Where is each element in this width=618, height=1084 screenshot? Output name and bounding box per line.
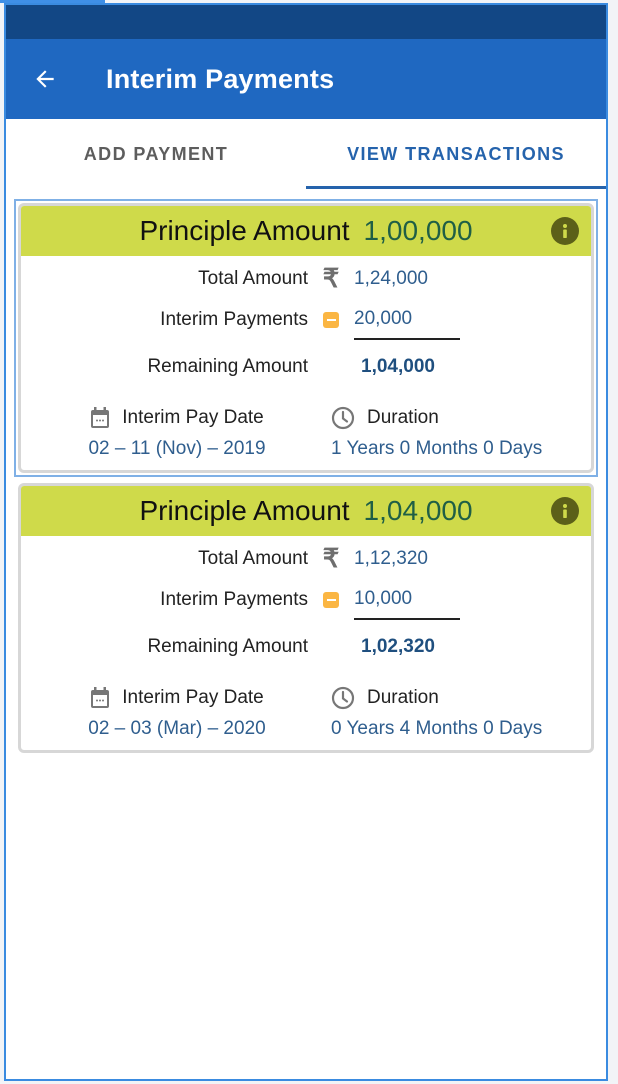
minus-icon[interactable]: [323, 311, 339, 328]
total-amount-row: Total Amount ₹ 1,24,000: [21, 258, 591, 299]
interim-payment-field[interactable]: 20,000: [354, 308, 460, 340]
duration-label: Duration: [367, 407, 439, 428]
calendar-icon: [91, 407, 110, 428]
remaining-amount-value: 1,02,320: [361, 636, 435, 657]
interim-payment-field[interactable]: 10,000: [354, 588, 460, 620]
remaining-amount-row: Remaining Amount 1,04,000: [21, 340, 591, 394]
pay-date-value: 02 – 11 (Nov) – 2019: [88, 438, 266, 459]
interim-payment-label: Interim Payments: [160, 308, 308, 330]
pay-date-label: Interim Pay Date: [122, 687, 264, 708]
interim-payment-row: Interim Payments 20,000: [21, 299, 591, 340]
duration-value: 1 Years 0 Months 0 Days: [331, 438, 543, 459]
card-header: Principle Amount 1,04,000: [21, 486, 591, 536]
calendar-icon: [91, 687, 110, 708]
total-amount-label: Total Amount: [198, 267, 308, 289]
status-bar: [6, 5, 606, 39]
interim-payment-row: Interim Payments 10,000: [21, 579, 591, 620]
app-bar: Interim Payments: [6, 39, 606, 119]
transaction-list: Principle Amount 1,00,000 Total Amount ₹…: [6, 189, 606, 757]
pay-date-value: 02 – 03 (Mar) – 2020: [88, 718, 266, 739]
card-header: Principle Amount 1,00,000: [21, 206, 591, 256]
minus-icon[interactable]: [323, 591, 339, 608]
remaining-amount-value: 1,04,000: [361, 356, 435, 377]
principle-label: Principle Amount: [139, 215, 350, 246]
page-title: Interim Payments: [106, 63, 335, 94]
clock-icon: [331, 406, 355, 430]
app-frame: Interim Payments ADD PAYMENT VIEW TRANSA…: [4, 3, 608, 1081]
tab-add-payment[interactable]: ADD PAYMENT: [6, 119, 306, 189]
duration-value: 0 Years 4 Months 0 Days: [331, 718, 543, 739]
info-icon: [563, 224, 567, 238]
transaction-card-wrapper: Principle Amount 1,04,000 Total Amount ₹…: [14, 479, 598, 757]
info-button[interactable]: [551, 497, 579, 525]
total-amount-label: Total Amount: [198, 547, 308, 569]
date-duration-section: Interim Pay Date 02 – 11 (Nov) – 2019 Du…: [21, 394, 591, 470]
pay-date-label: Interim Pay Date: [122, 407, 264, 428]
arrow-left-icon: [36, 70, 54, 88]
clock-icon: [331, 686, 355, 710]
tab-bar: ADD PAYMENT VIEW TRANSACTIONS: [6, 119, 606, 189]
principle-value: 1,04,000: [363, 495, 473, 526]
transaction-card[interactable]: Principle Amount 1,00,000 Total Amount ₹…: [18, 203, 594, 473]
interim-payment-label: Interim Payments: [160, 588, 308, 610]
tab-view-transactions[interactable]: VIEW TRANSACTIONS: [306, 119, 606, 189]
transaction-card-wrapper: Principle Amount 1,00,000 Total Amount ₹…: [14, 199, 598, 477]
date-duration-section: Interim Pay Date 02 – 03 (Mar) – 2020 Du…: [21, 674, 591, 750]
principle-label: Principle Amount: [139, 495, 350, 526]
total-amount-row: Total Amount ₹ 1,12,320: [21, 538, 591, 579]
info-button[interactable]: [551, 217, 579, 245]
remaining-amount-row: Remaining Amount 1,02,320: [21, 620, 591, 674]
back-button[interactable]: [30, 64, 60, 94]
total-amount-value: 1,24,000: [354, 267, 428, 289]
remaining-amount-label: Remaining Amount: [147, 636, 308, 657]
principle-value: 1,00,000: [363, 215, 473, 246]
info-icon: [563, 504, 567, 518]
duration-label: Duration: [367, 687, 439, 708]
transaction-card[interactable]: Principle Amount 1,04,000 Total Amount ₹…: [18, 483, 594, 753]
total-amount-value: 1,12,320: [354, 547, 428, 569]
rupee-icon: ₹: [322, 263, 340, 293]
remaining-amount-label: Remaining Amount: [147, 356, 308, 377]
rupee-icon: ₹: [322, 543, 340, 573]
